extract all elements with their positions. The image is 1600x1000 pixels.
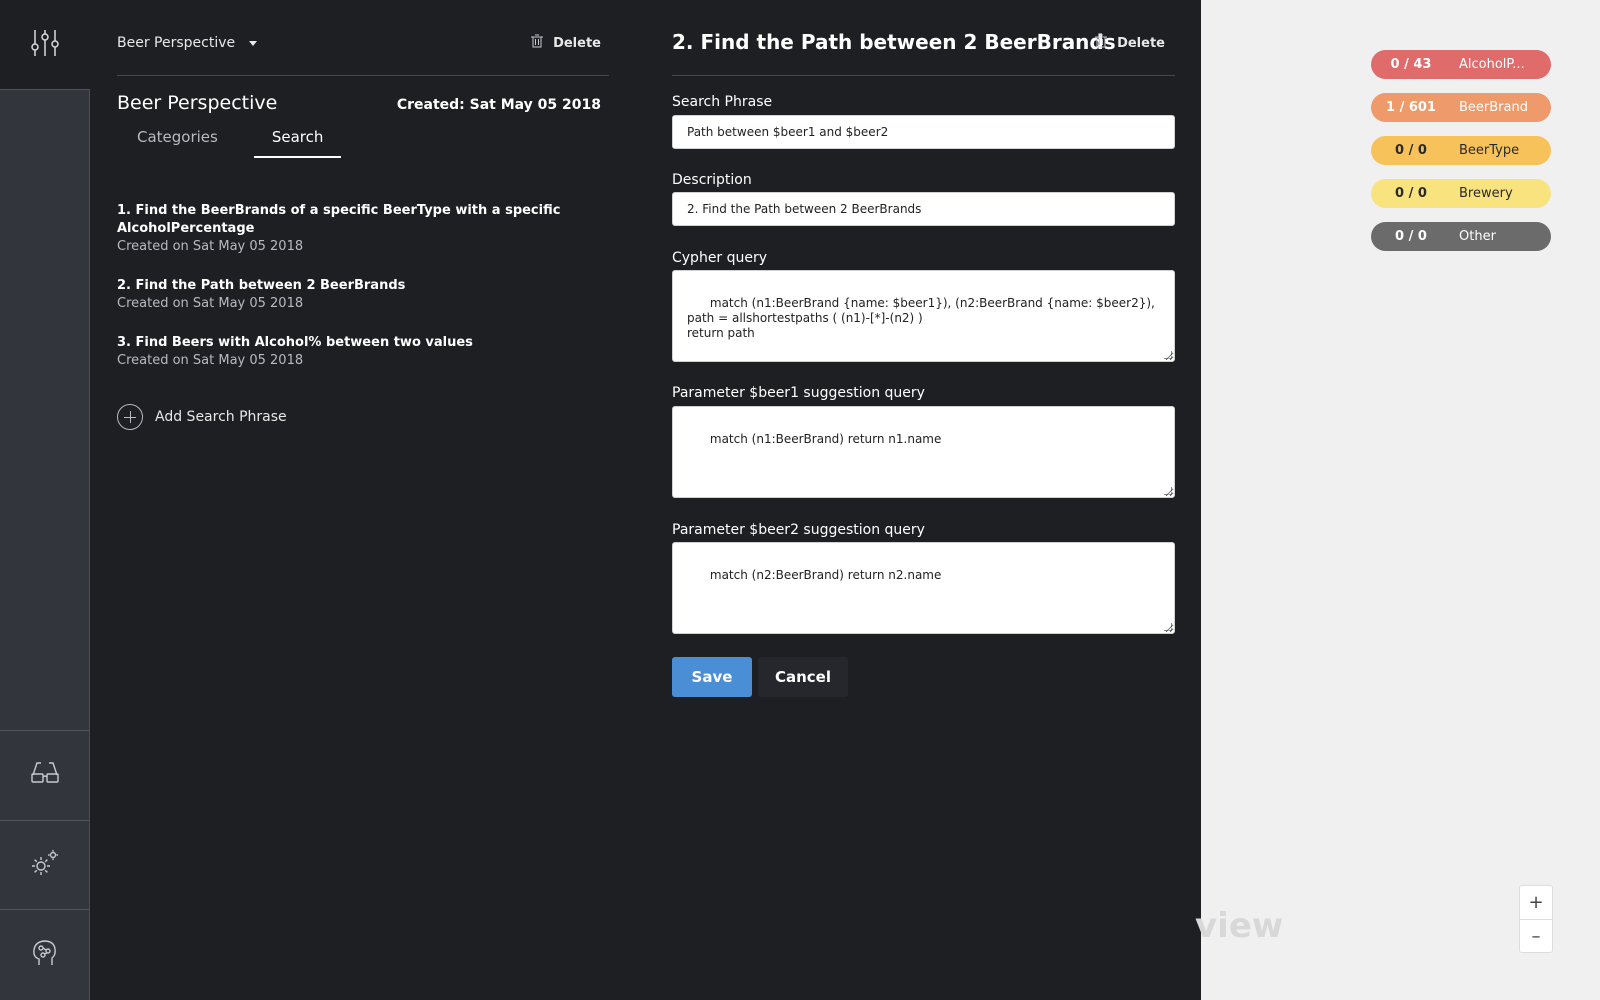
add-search-phrase-button[interactable]: Add Search Phrase	[117, 404, 287, 430]
param1-query-text: match (n1:BeerBrand) return n1.name	[709, 432, 942, 446]
sliders-icon	[31, 28, 59, 62]
legend-count: 0 / 0	[1395, 229, 1427, 244]
delete-label: Delete	[1117, 35, 1165, 51]
brain-icon	[30, 937, 60, 973]
param2-query-field[interactable]: match (n2:BeerBrand) return n2.name	[672, 542, 1175, 634]
legend-pill[interactable]: 1 / 601 BeerBrand	[1371, 93, 1551, 122]
legend-label: BeerBrand	[1459, 100, 1528, 115]
search-phrase-field[interactable]: Path between $beer1 and $beer2	[672, 115, 1175, 149]
perspective-tabs: Categories Search	[137, 124, 359, 158]
perspective-select-value: Beer Perspective	[117, 35, 236, 51]
legend-pill[interactable]: 0 / 0 Other	[1371, 222, 1551, 251]
legend-label: Other	[1459, 229, 1496, 244]
watermark-logo: view	[1195, 906, 1284, 946]
trash-icon	[1095, 34, 1108, 52]
phrase-date: Created on Sat May 05 2018	[117, 239, 304, 254]
list-item[interactable]: 1. Find the BeerBrands of a specific Bee…	[117, 202, 609, 256]
legend-label: Brewery	[1459, 186, 1513, 201]
phrase-date: Created on Sat May 05 2018	[117, 353, 304, 368]
sliders-button[interactable]	[0, 0, 90, 90]
list-item[interactable]: 2. Find the Path between 2 BeerBrands Cr…	[117, 277, 609, 313]
phrase-date: Created on Sat May 05 2018	[117, 296, 304, 311]
resize-handle-icon[interactable]	[1164, 623, 1172, 631]
legend-label: AlcoholP...	[1459, 57, 1525, 72]
delete-label: Delete	[553, 35, 601, 51]
settings-button[interactable]	[0, 820, 90, 908]
plus-circle-icon	[117, 404, 143, 430]
perspective-select[interactable]: Beer Perspective	[117, 35, 258, 51]
brain-button[interactable]	[0, 909, 90, 1000]
description-label: Description	[672, 172, 752, 188]
param1-query-field[interactable]: match (n1:BeerBrand) return n1.name	[672, 406, 1175, 498]
phrase-title: 3. Find Beers with Alcohol% between two …	[117, 335, 473, 350]
legend-pill[interactable]: 0 / 43 AlcoholP...	[1371, 50, 1551, 79]
cypher-query-label: Cypher query	[672, 250, 768, 266]
legend-count: 0 / 43	[1390, 57, 1432, 72]
chevron-down-icon	[249, 40, 258, 46]
search-phrase-label: Search Phrase	[672, 94, 773, 110]
list-item[interactable]: 3. Find Beers with Alcohol% between two …	[117, 334, 609, 370]
perspective-drawer: Beer Perspective Delete Beer Perspective…	[90, 0, 1201, 1000]
perspective-created: Created: Sat May 05 2018	[396, 97, 601, 113]
zoom-out-button[interactable]: –	[1520, 919, 1552, 952]
add-search-phrase-label: Add Search Phrase	[155, 409, 287, 425]
phrase-title: 2. Find the Path between 2 BeerBrands	[117, 278, 406, 293]
param2-label: Parameter $beer2 suggestion query	[672, 522, 925, 538]
perspective-header: Beer Perspective Delete	[117, 24, 609, 76]
tab-categories[interactable]: Categories	[137, 124, 236, 158]
category-legend: 0 / 43 AlcoholP... 1 / 601 BeerBrand 0 /…	[1371, 50, 1551, 265]
search-phrase-list: 1. Find the BeerBrands of a specific Bee…	[117, 202, 609, 391]
save-button[interactable]: Save	[672, 657, 752, 697]
graph-canvas[interactable]: 0 / 43 AlcoholP... 1 / 601 BeerBrand 0 /…	[1195, 0, 1600, 1000]
legend-pill[interactable]: 0 / 0 BeerType	[1371, 136, 1551, 165]
legend-count: 0 / 0	[1395, 143, 1427, 158]
cypher-query-text: match (n1:BeerBrand {name: $beer1}), (n2…	[687, 296, 1155, 340]
trash-icon	[531, 34, 544, 52]
glasses-icon	[30, 760, 60, 790]
legend-pill[interactable]: 0 / 0 Brewery	[1371, 179, 1551, 208]
zoom-in-button[interactable]: +	[1520, 886, 1552, 919]
form-header: 2. Find the Path between 2 BeerBrands De…	[672, 24, 1175, 76]
delete-phrase-button[interactable]: Delete	[1095, 34, 1165, 52]
resize-handle-icon[interactable]	[1164, 487, 1172, 495]
delete-perspective-button[interactable]: Delete	[531, 34, 601, 52]
legend-count: 1 / 601	[1386, 100, 1436, 115]
resize-handle-icon[interactable]	[1164, 351, 1172, 359]
tab-search[interactable]: Search	[253, 124, 342, 158]
zoom-controls: + –	[1519, 885, 1553, 953]
left-nav	[0, 0, 90, 1000]
phrase-title: 1. Find the BeerBrands of a specific Bee…	[117, 203, 561, 236]
description-field[interactable]: 2. Find the Path between 2 BeerBrands	[672, 192, 1175, 226]
perspective-button[interactable]	[0, 730, 90, 818]
param1-label: Parameter $beer1 suggestion query	[672, 385, 925, 401]
perspective-title: Beer Perspective	[117, 92, 278, 114]
legend-label: BeerType	[1459, 143, 1520, 158]
cancel-button[interactable]: Cancel	[758, 657, 848, 697]
cypher-query-field[interactable]: match (n1:BeerBrand {name: $beer1}), (n2…	[672, 270, 1175, 362]
form-title: 2. Find the Path between 2 BeerBrands	[672, 30, 1116, 54]
settings-gear-icon	[30, 848, 60, 882]
param2-query-text: match (n2:BeerBrand) return n2.name	[709, 568, 942, 582]
legend-count: 0 / 0	[1395, 186, 1427, 201]
